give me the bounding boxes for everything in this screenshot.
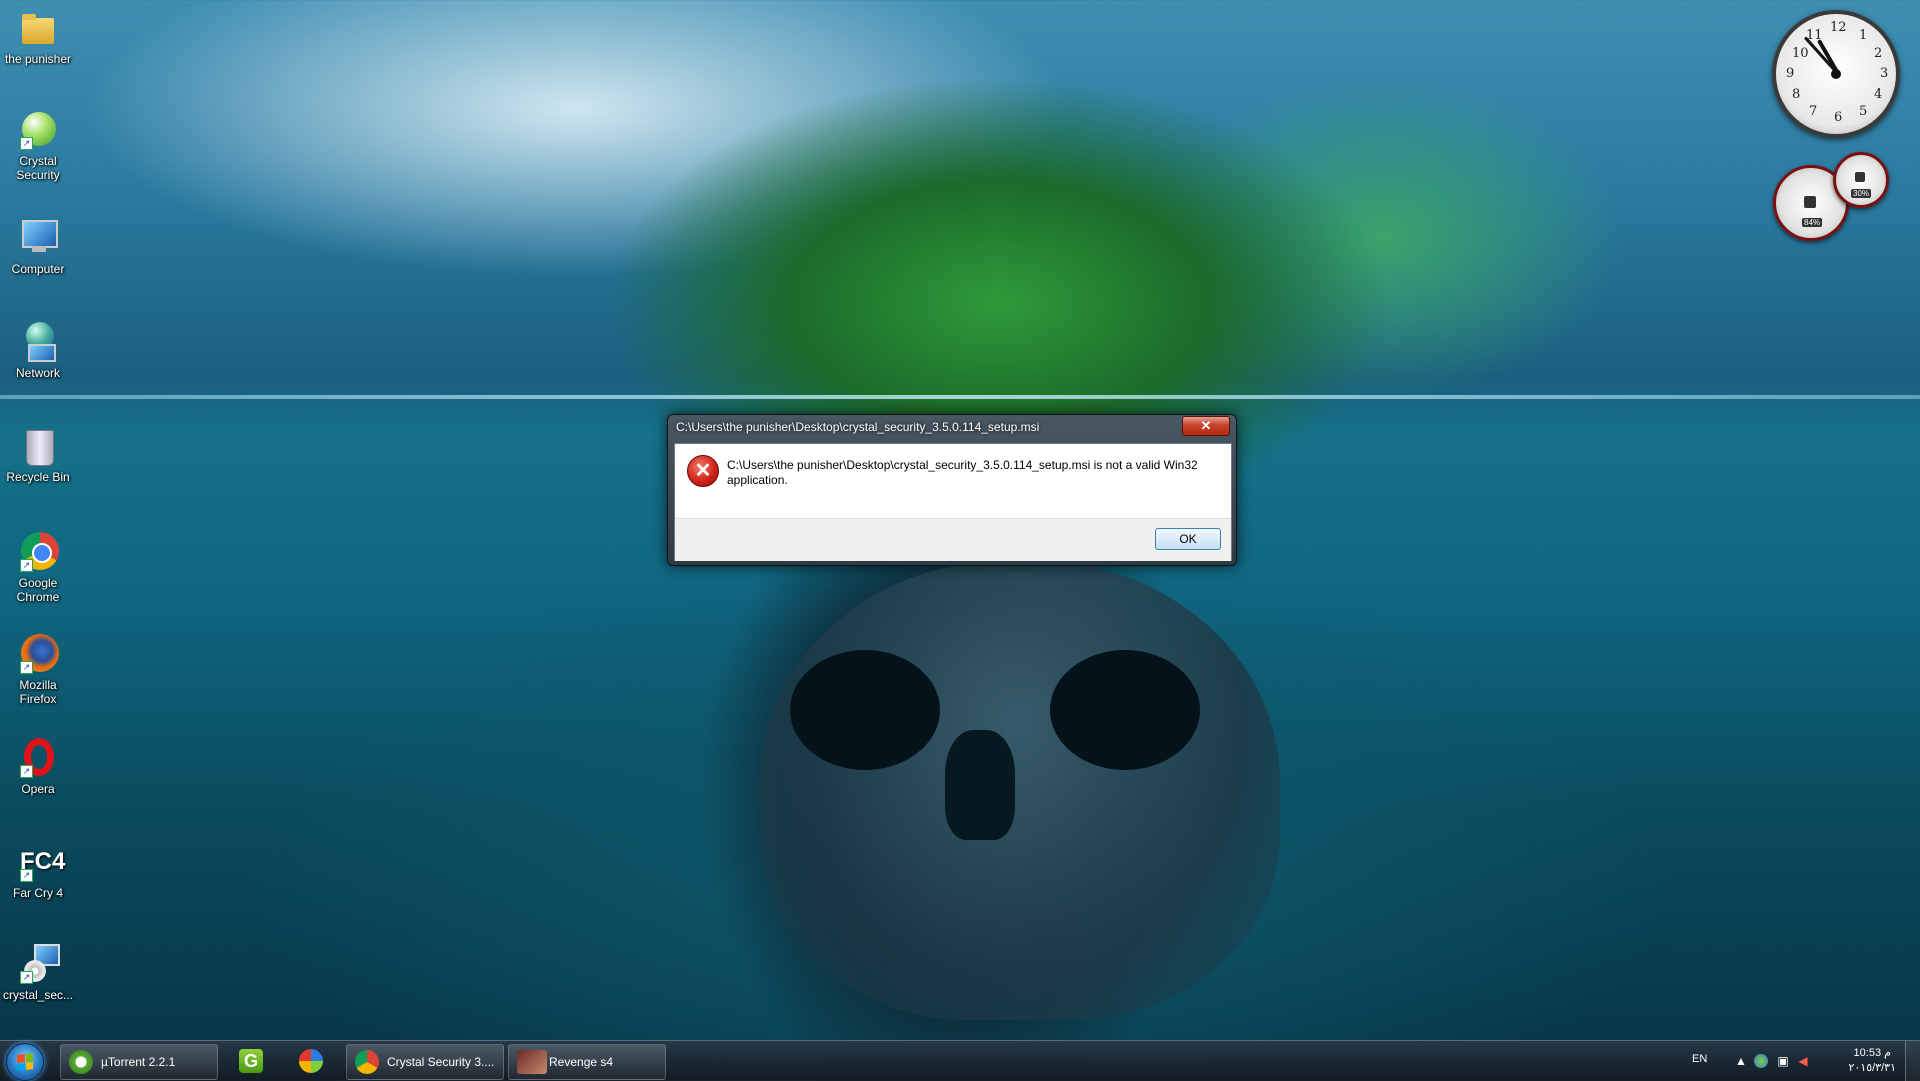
wallpaper-skull-nose (945, 730, 1015, 840)
recycle-bin-icon (18, 426, 58, 466)
system-tray: EN ▲ ▣ ◀ 10:53 م ٢٠١٥/٣/٣١ (1670, 1041, 1920, 1081)
cpu-chip-icon (1804, 196, 1816, 208)
ram-chip-icon (1855, 172, 1865, 182)
clock-number: 10 (1792, 46, 1809, 61)
chrome-icon (355, 1050, 379, 1074)
desktop-icon-label: the punisher (4, 52, 72, 66)
chrome-icon: ↗ (18, 532, 59, 572)
taskbar-item-utorrent[interactable]: µTorrent 2.2.1 (60, 1044, 218, 1080)
desktop-icon-google-chrome[interactable]: ↗ Google Chrome (0, 532, 76, 604)
shortcut-arrow-icon: ↗ (20, 869, 33, 882)
volume-muted-icon[interactable]: ◀ (1796, 1054, 1810, 1068)
desktop-icon-label: Far Cry 4 (12, 886, 63, 900)
language-indicator[interactable]: EN (1692, 1053, 1707, 1065)
far-cry-4-icon: FC4 ↗ (20, 848, 66, 882)
show-hidden-icons-icon[interactable]: ▲ (1734, 1054, 1748, 1068)
ram-meter-value: 30% (1851, 189, 1872, 198)
ram-meter-dial: 30% (1833, 152, 1889, 208)
crystal-security-icon: ↗ (18, 110, 58, 150)
taskbar-item-crystal-security-chrome[interactable]: Crystal Security 3.... (346, 1044, 504, 1080)
shortcut-arrow-icon: ↗ (20, 559, 33, 572)
dialog-button-area: OK (675, 518, 1231, 561)
taskbar-item-label: µTorrent 2.2.1 (101, 1055, 176, 1069)
revenge-icon (517, 1050, 547, 1074)
opera-icon: ↗ (18, 738, 58, 778)
tray-date: ٢٠١٥/٣/٣١ (1848, 1062, 1896, 1074)
clock-number: 12 (1830, 20, 1847, 35)
taskbar: µTorrent 2.2.1 G Crystal Security 3.... … (0, 1040, 1920, 1081)
dialog-message-area: ✕ C:\Users\the punisher\Desktop\crystal_… (675, 444, 1231, 518)
download-manager-icon (299, 1049, 323, 1073)
desktop-icon-label: Computer (11, 262, 65, 276)
wallpaper-waterline (0, 395, 1920, 399)
desktop-icon-the-punisher[interactable]: the punisher (0, 8, 76, 66)
desktop-icon-label: Opera (21, 782, 55, 796)
start-button[interactable] (6, 1043, 44, 1081)
clock-gadget[interactable]: 12 1 2 3 4 5 6 7 8 9 10 11 (1772, 10, 1900, 138)
desktop-icon-label: Recycle Bin (6, 470, 70, 484)
clock-number: 8 (1792, 87, 1801, 102)
tray-app-icon[interactable] (1754, 1054, 1768, 1068)
clock-number: 3 (1880, 66, 1889, 81)
shortcut-arrow-icon: ↗ (20, 137, 33, 150)
computer-icon (18, 218, 58, 258)
dialog-title: C:\Users\the punisher\Desktop\crystal_se… (676, 420, 1040, 434)
tray-clock[interactable]: 10:53 م ٢٠١٥/٣/٣١ (1849, 1046, 1896, 1076)
desktop-icon-crystal-setup[interactable]: ↗ crystal_sec... (0, 944, 76, 1002)
shortcut-arrow-icon: ↗ (20, 765, 33, 778)
clock-number: 6 (1834, 110, 1843, 125)
taskbar-item-label: Revenge s4 (549, 1055, 614, 1069)
folder-icon (18, 8, 58, 48)
clock-center-pin (1831, 69, 1841, 79)
shortcut-arrow-icon: ↗ (20, 661, 33, 674)
clock-number: 7 (1809, 104, 1818, 119)
wallpaper-skull (760, 560, 1280, 1020)
desktop-icon-recycle-bin[interactable]: Recycle Bin (0, 426, 76, 484)
dialog-message: C:\Users\the punisher\Desktop\crystal_se… (727, 458, 1198, 487)
wallpaper-skull-eye-right (1050, 650, 1200, 770)
desktop-icon-mozilla-firefox[interactable]: ↗ Mozilla Firefox (0, 634, 76, 706)
installer-icon: ↗ (18, 944, 60, 984)
windows-logo-icon (17, 1053, 33, 1071)
taskbar-item-green-g[interactable]: G (228, 1044, 274, 1078)
desktop-icon-label: Mozilla Firefox (19, 678, 57, 706)
ok-button[interactable]: OK (1155, 528, 1221, 550)
wallpaper-skull-eye-left (790, 650, 940, 770)
desktop-icon-label: Network (15, 366, 60, 380)
desktop-icon-network[interactable]: Network (0, 322, 76, 380)
firefox-icon: ↗ (18, 634, 59, 674)
desktop-icon-label: Crystal Security (16, 154, 60, 182)
show-desktop-button[interactable] (1905, 1041, 1920, 1081)
shortcut-arrow-icon: ↗ (20, 971, 33, 984)
desktop-icon-crystal-security[interactable]: ↗ Crystal Security (0, 110, 76, 182)
error-icon: ✕ (687, 455, 719, 487)
error-dialog: C:\Users\the punisher\Desktop\crystal_se… (667, 414, 1237, 566)
taskbar-item-revenge[interactable]: Revenge s4 (508, 1044, 666, 1080)
cpu-meter-value: 84% (1802, 218, 1823, 227)
dialog-titlebar[interactable]: C:\Users\the punisher\Desktop\crystal_se… (668, 415, 1236, 439)
desktop-icon-far-cry-4[interactable]: FC4 ↗ Far Cry 4 (0, 842, 76, 900)
clock-number: 2 (1874, 46, 1883, 61)
tray-time: 10:53 م (1853, 1047, 1891, 1059)
clock-number: 1 (1859, 28, 1868, 43)
taskbar-item-label: Crystal Security 3.... (387, 1055, 495, 1069)
desktop-icon-computer[interactable]: Computer (0, 218, 76, 276)
clock-number: 4 (1874, 87, 1883, 102)
taskbar-item-download-manager[interactable] (288, 1044, 334, 1078)
desktop-icon-opera[interactable]: ↗ Opera (0, 738, 76, 796)
desktop-icon-label: Google Chrome (16, 576, 60, 604)
network-tray-icon[interactable]: ▣ (1776, 1054, 1790, 1068)
network-icon (18, 322, 58, 362)
dialog-close-button[interactable]: ✕ (1182, 416, 1230, 436)
desktop-icon-label: crystal_sec... (2, 988, 74, 1002)
clock-number: 9 (1786, 66, 1795, 81)
green-g-icon: G (239, 1049, 263, 1073)
utorrent-icon (69, 1050, 93, 1074)
clock-number: 5 (1859, 104, 1868, 119)
dialog-body: ✕ C:\Users\the punisher\Desktop\crystal_… (674, 443, 1232, 561)
